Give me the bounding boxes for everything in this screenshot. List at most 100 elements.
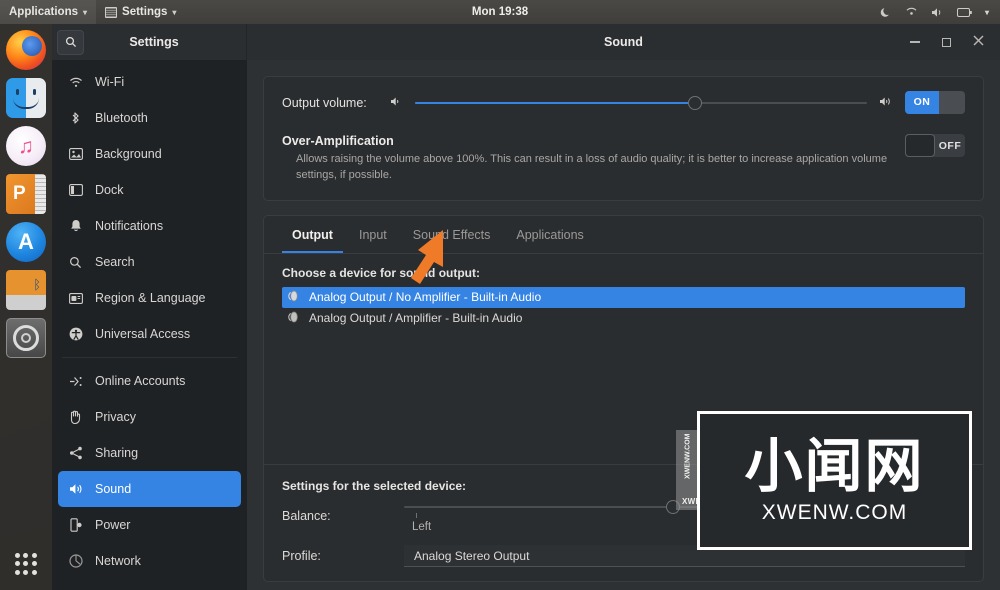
watermark-vertical-text: XWENW.COM <box>684 434 692 480</box>
balance-center-tick <box>416 513 417 518</box>
finder-smile-icon <box>13 98 39 109</box>
window-header: Settings Sound <box>52 24 1000 60</box>
sidebar-item-label: Privacy <box>95 410 136 424</box>
sidebar-item-background[interactable]: Background <box>58 136 241 172</box>
grid-dot <box>32 561 38 567</box>
applications-menu[interactable]: Applications ▾ <box>0 0 97 24</box>
tab-label: Input <box>358 227 387 242</box>
settings-menu[interactable]: Settings ▾ <box>96 0 185 24</box>
sidebar-item-label: Online Accounts <box>95 374 186 388</box>
output-volume-slider[interactable] <box>415 95 867 111</box>
grid-dot <box>23 570 29 576</box>
sidebar-title: Settings <box>129 35 179 49</box>
sidebar-separator <box>62 357 237 358</box>
sidebar-item-wifi[interactable]: Wi-Fi <box>58 64 241 100</box>
settings-app-icon <box>105 6 118 18</box>
grid-dot <box>23 561 29 567</box>
maximize-button[interactable] <box>942 37 951 47</box>
background-icon <box>68 148 83 160</box>
device-list-item[interactable]: Analog Output / Amplifier - Built-in Aud… <box>282 308 965 329</box>
sidebar-item-sharing[interactable]: Sharing <box>58 435 241 471</box>
toggle-state-label: ON <box>905 91 939 114</box>
sidebar-item-sound[interactable]: Sound <box>58 471 241 507</box>
sidebar-item-label: Region & Language <box>95 291 206 305</box>
sidebar-item-network[interactable]: Network <box>58 543 241 579</box>
finder-eye-right-icon <box>33 89 36 95</box>
gear-icon <box>13 325 39 351</box>
profile-value: Analog Stereo Output <box>414 548 530 563</box>
search-icon <box>65 36 76 48</box>
dock-icon <box>68 184 83 196</box>
sidebar-item-online-accounts[interactable]: Online Accounts <box>58 363 241 399</box>
slider-handle[interactable] <box>688 95 703 110</box>
network-icon <box>68 554 83 568</box>
sidebar: Wi-Fi Bluetooth Background Dock Notifica… <box>52 60 247 590</box>
sidebar-item-label: Sharing <box>95 446 139 460</box>
sidebar-item-universal-access[interactable]: Universal Access <box>58 316 241 352</box>
output-volume-toggle[interactable]: ON <box>905 91 965 114</box>
dock-item-music[interactable]: ♫ <box>6 126 46 166</box>
toggle-state-label: OFF <box>938 139 962 152</box>
search-icon <box>68 256 83 269</box>
sharing-icon <box>68 446 83 460</box>
applications-menu-label: Applications <box>9 6 79 18</box>
network-icon[interactable] <box>905 7 918 17</box>
tab-bar: Output Input Sound Effects Applications <box>264 216 983 254</box>
dock-item-firefox[interactable] <box>6 30 46 70</box>
top-bar: Applications ▾ Settings ▾ Mon 19:38 ▾ <box>0 0 1000 24</box>
grid-dot <box>32 570 38 576</box>
sidebar-item-label: Background <box>95 147 162 161</box>
output-volume-label: Output volume: <box>282 95 367 110</box>
sidebar-item-notifications[interactable]: Notifications <box>58 208 241 244</box>
chevron-down-icon: ▾ <box>83 7 88 17</box>
device-list-item[interactable]: Analog Output / No Amplifier - Built-in … <box>282 286 965 308</box>
watermark-chinese-text: 小闻网 <box>744 431 925 500</box>
wifi-icon <box>68 77 83 88</box>
system-menu-chevron-icon[interactable]: ▾ <box>985 8 989 17</box>
dock-item-presentation[interactable]: P <box>6 174 46 214</box>
dock-item-drive[interactable]: ᛒ <box>6 270 46 310</box>
tab-applications[interactable]: Applications <box>506 216 593 253</box>
dock-item-settings[interactable] <box>6 318 46 358</box>
tab-output[interactable]: Output <box>282 216 343 253</box>
grid-dot <box>14 552 20 558</box>
output-volume-row: Output volume: ON <box>282 91 965 114</box>
over-amplification-text: Over-Amplification Allows raising the vo… <box>282 134 889 184</box>
search-button[interactable] <box>57 29 84 55</box>
tab-sound-effects[interactable]: Sound Effects <box>403 216 501 253</box>
watermark-logo: 小闻网 XWENW.COM <box>697 411 972 550</box>
profile-label: Profile: <box>282 549 321 563</box>
window-titlebar: Sound <box>247 24 1000 60</box>
page-title: Sound <box>604 35 643 49</box>
sidebar-item-bluetooth[interactable]: Bluetooth <box>58 100 241 136</box>
sidebar-header: Settings <box>52 24 247 60</box>
dock-item-finder[interactable] <box>6 78 46 118</box>
tab-input[interactable]: Input <box>349 216 397 253</box>
battery-icon[interactable] <box>956 7 972 17</box>
over-amplification-description: Allows raising the volume above 100%. Th… <box>296 153 888 181</box>
sidebar-item-region-language[interactable]: Region & Language <box>58 280 241 316</box>
close-button[interactable] <box>973 35 984 49</box>
dock-item-app-store[interactable]: A <box>6 222 46 262</box>
tab-label: Output <box>292 227 333 242</box>
show-applications-button[interactable] <box>6 544 46 584</box>
sidebar-item-power[interactable]: Power <box>58 507 241 543</box>
over-amplification-toggle[interactable]: OFF <box>905 134 965 157</box>
bell-icon <box>68 219 83 233</box>
region-icon <box>68 292 83 304</box>
night-light-icon[interactable] <box>880 6 892 18</box>
sidebar-item-search[interactable]: Search <box>58 244 241 280</box>
sidebar-item-dock[interactable]: Dock <box>58 172 241 208</box>
sidebar-item-devices[interactable]: Devices › <box>58 579 241 590</box>
toggle-knob <box>939 91 965 114</box>
accessibility-icon <box>68 327 83 341</box>
minimize-icon <box>910 41 920 43</box>
minimize-button[interactable] <box>910 41 920 43</box>
device-label: Analog Output / Amplifier - Built-in Aud… <box>309 311 523 326</box>
sidebar-item-label: Universal Access <box>95 327 191 341</box>
device-label: Analog Output / No Amplifier - Built-in … <box>309 290 542 305</box>
close-icon <box>973 35 984 46</box>
volume-icon[interactable] <box>931 7 944 18</box>
volume-card: Output volume: ON Over-Amplification All… <box>263 76 984 201</box>
sidebar-item-privacy[interactable]: Privacy <box>58 399 241 435</box>
